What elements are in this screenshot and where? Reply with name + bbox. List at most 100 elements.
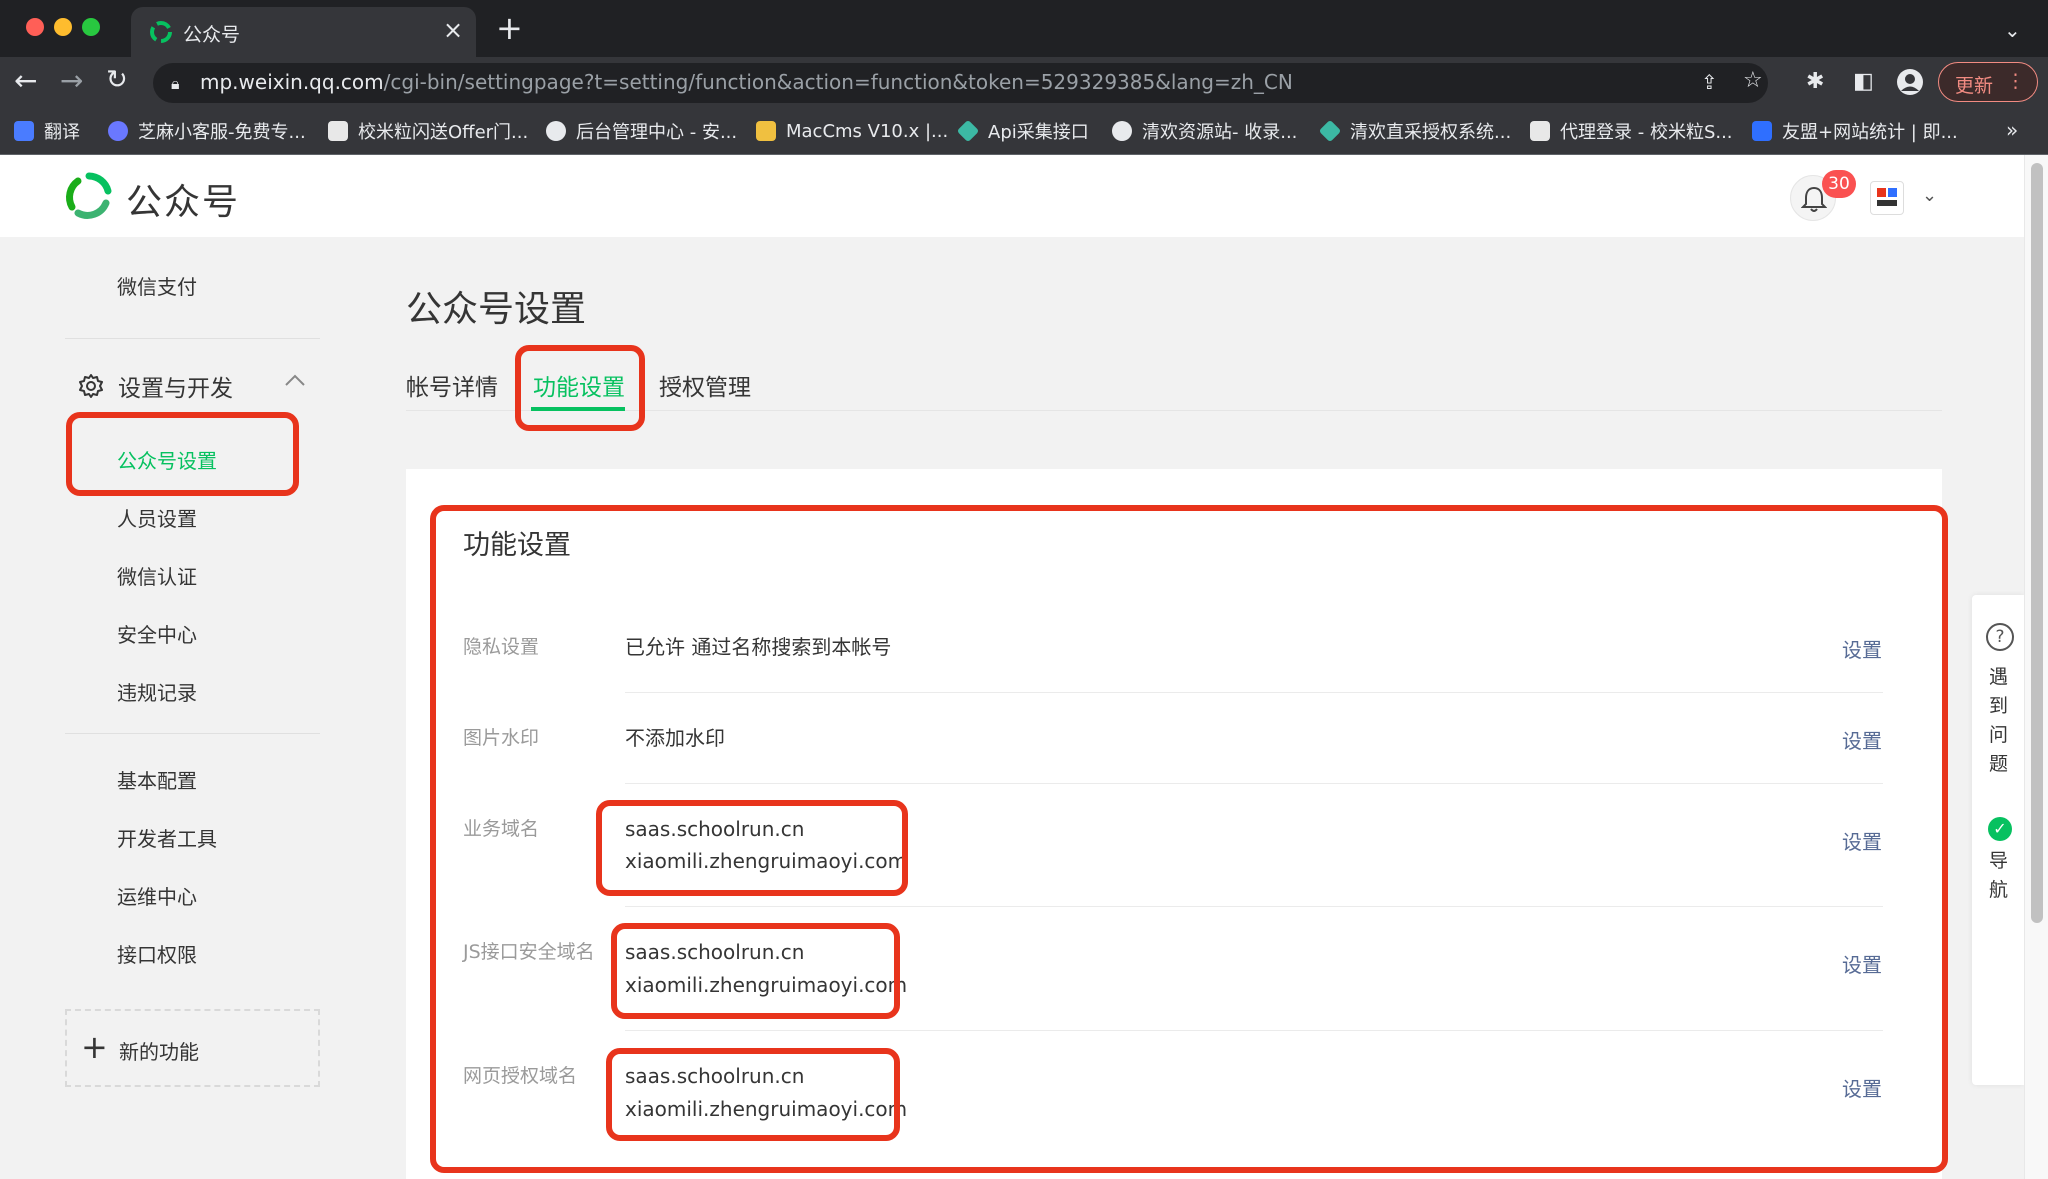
- bookmark-item[interactable]: 后台管理中心 - 安...: [546, 118, 737, 144]
- brand-title[interactable]: 公众号: [126, 173, 240, 225]
- scrollbar-thumb[interactable]: [2031, 163, 2043, 923]
- window-close-button[interactable]: [26, 18, 44, 36]
- update-label: 更新: [1955, 75, 1994, 97]
- bookmark-item[interactable]: 芝麻小客服-免费专...: [108, 118, 306, 144]
- sidebar-item-ops-center[interactable]: 运维中心: [117, 881, 197, 910]
- bookmark-item[interactable]: 清欢直采授权系统...: [1318, 118, 1511, 144]
- translate-icon: [14, 121, 34, 141]
- sidebar-item-wechat-verify[interactable]: 微信认证: [117, 561, 197, 590]
- account-avatar[interactable]: [1870, 181, 1904, 215]
- question-icon[interactable]: ?: [1986, 623, 2014, 651]
- bookmark-favicon-icon: [1318, 119, 1342, 143]
- new-tab-icon[interactable]: +: [496, 12, 523, 44]
- bookmarks-bar: 翻译 芝麻小客服-免费专... 校米粒闪送Offer门... 后台管理中心 - …: [0, 109, 2048, 155]
- sidebar-item-developer-tools[interactable]: 开发者工具: [117, 823, 217, 852]
- section-title: 功能设置: [463, 530, 571, 561]
- forward-arrow-icon[interactable]: →: [60, 67, 83, 95]
- new-feature-label: 新的功能: [119, 1040, 199, 1064]
- page-title: 公众号设置: [406, 289, 587, 330]
- sidebar-item-basic-config[interactable]: 基本配置: [117, 765, 197, 794]
- bookmark-item[interactable]: MacCms V10.x |...: [756, 118, 948, 144]
- privacy-settings-link[interactable]: 设置: [1842, 634, 1882, 663]
- window-zoom-button[interactable]: [82, 18, 100, 36]
- globe-icon: [1112, 121, 1132, 141]
- bookmark-item[interactable]: Api采集接口: [956, 118, 1089, 144]
- js-domain-2: xiaomili.zhengruimaoyi.com: [625, 973, 908, 997]
- sidebar-item-account-settings[interactable]: 公众号设置: [117, 445, 217, 474]
- url-text[interactable]: mp.weixin.qq.com/cgi-bin/settingpage?t=s…: [200, 70, 1293, 94]
- account-chevron-down-icon[interactable]: ⌄: [1922, 185, 1937, 206]
- sidebar-group-settings-dev[interactable]: 设置与开发: [78, 369, 233, 403]
- tab-close-icon[interactable]: ×: [443, 16, 463, 44]
- help-nav-label[interactable]: 导航: [1989, 847, 2011, 905]
- address-bar[interactable]: 🔒︎ mp.weixin.qq.com/cgi-bin/settingpage?…: [153, 63, 1768, 103]
- sidebar-item-wechat-pay[interactable]: 微信支付: [117, 271, 197, 300]
- bookmark-item[interactable]: 友盟+网站统计 | 即...: [1752, 118, 1958, 144]
- business-domain-2: xiaomili.zhengruimaoyi.com: [625, 849, 908, 873]
- bookmark-item[interactable]: 代理登录 - 校米粒S...: [1530, 118, 1733, 144]
- notification-badge: 30: [1822, 170, 1856, 198]
- globe-icon: [546, 121, 566, 141]
- browser-tab[interactable]: 公众号 ×: [131, 7, 476, 57]
- row-value-privacy: 已允许 通过名称搜索到本帐号: [625, 635, 892, 659]
- business-domain-settings-link[interactable]: 设置: [1842, 826, 1882, 855]
- reload-icon[interactable]: ↻: [106, 67, 128, 93]
- row-label-privacy: 隐私设置: [463, 636, 540, 658]
- more-bookmarks-icon[interactable]: »: [2006, 118, 2018, 142]
- row-value-watermark: 不添加水印: [625, 726, 725, 750]
- oauth-domain-settings-link[interactable]: 设置: [1842, 1073, 1882, 1102]
- side-panel-icon[interactable]: ◧: [1853, 69, 1874, 94]
- wechat-mp-logo-icon: [150, 21, 172, 43]
- sidebar-divider: [65, 338, 320, 339]
- bookmark-item[interactable]: 校米粒闪送Offer门...: [328, 118, 528, 144]
- watermark-settings-link[interactable]: 设置: [1842, 725, 1882, 754]
- bookmark-star-icon[interactable]: ☆: [1743, 68, 1763, 93]
- business-domain-1: saas.schoolrun.cn: [625, 817, 805, 841]
- row-label-watermark: 图片水印: [463, 727, 540, 749]
- sidebar-item-api-permissions[interactable]: 接口权限: [117, 939, 197, 968]
- wechat-mp-logo-icon[interactable]: [64, 171, 114, 221]
- update-button[interactable]: 更新 ⋮: [1938, 62, 2038, 102]
- navigation-check-icon[interactable]: ✓: [1988, 817, 2012, 841]
- page-scrollbar[interactable]: [2024, 155, 2048, 1179]
- tab-authorization[interactable]: 授权管理: [659, 368, 751, 402]
- bookmark-favicon-icon: [1530, 121, 1550, 141]
- bookmark-favicon-icon: [1752, 121, 1772, 141]
- bookmark-favicon-icon: [956, 119, 980, 143]
- back-arrow-icon[interactable]: ←: [14, 67, 37, 95]
- more-menu-icon[interactable]: ⋮: [2006, 70, 2025, 92]
- bookmark-item[interactable]: 清欢资源站- 收录...: [1112, 118, 1297, 144]
- gear-icon: [79, 374, 103, 398]
- bookmark-item[interactable]: 翻译: [14, 118, 80, 144]
- js-domain-settings-link[interactable]: 设置: [1842, 949, 1882, 978]
- plus-icon: +: [81, 1028, 108, 1066]
- extensions-icon[interactable]: ✱: [1806, 69, 1824, 94]
- sidebar-item-violation-records[interactable]: 违规记录: [117, 677, 197, 706]
- help-problem-label[interactable]: 遇到问题: [1989, 663, 2011, 779]
- sidebar-divider: [65, 733, 320, 734]
- js-domain-1: saas.schoolrun.cn: [625, 940, 805, 964]
- sidebar-item-security-center[interactable]: 安全中心: [117, 619, 197, 648]
- lock-icon: 🔒︎: [171, 74, 180, 93]
- tab-function-settings[interactable]: 功能设置: [533, 368, 625, 402]
- oauth-domain-2: xiaomili.zhengruimaoyi.com: [625, 1097, 908, 1121]
- oauth-domain-1: saas.schoolrun.cn: [625, 1064, 805, 1088]
- avatar-image-icon: [1877, 188, 1897, 206]
- site-header: 公众号 30 ⌄: [0, 155, 2024, 237]
- tab-search-chevron-icon[interactable]: ⌄: [2004, 18, 2021, 42]
- bookmark-favicon-icon: [328, 121, 348, 141]
- bookmark-favicon-icon: [108, 121, 128, 141]
- row-label-js-domain: JS接口安全域名: [463, 941, 595, 963]
- row-divider: [625, 906, 1883, 907]
- tab-title: 公众号: [183, 24, 241, 46]
- share-icon[interactable]: ⇪: [1701, 70, 1718, 94]
- chevron-up-icon[interactable]: [284, 373, 306, 387]
- bookmark-favicon-icon: [756, 121, 776, 141]
- page-content: 公众号 30 ⌄ 微信支付 设置与开发 公众号设置 人员设置 微信认证 安全中心…: [0, 155, 2024, 1179]
- profile-icon[interactable]: [1896, 68, 1924, 96]
- new-feature-button[interactable]: + 新的功能: [65, 1009, 320, 1087]
- sidebar-item-staff-settings[interactable]: 人员设置: [117, 503, 197, 532]
- tab-account-details[interactable]: 帐号详情: [406, 368, 498, 402]
- row-label-oauth-domain: 网页授权域名: [463, 1065, 578, 1087]
- window-minimize-button[interactable]: [54, 18, 72, 36]
